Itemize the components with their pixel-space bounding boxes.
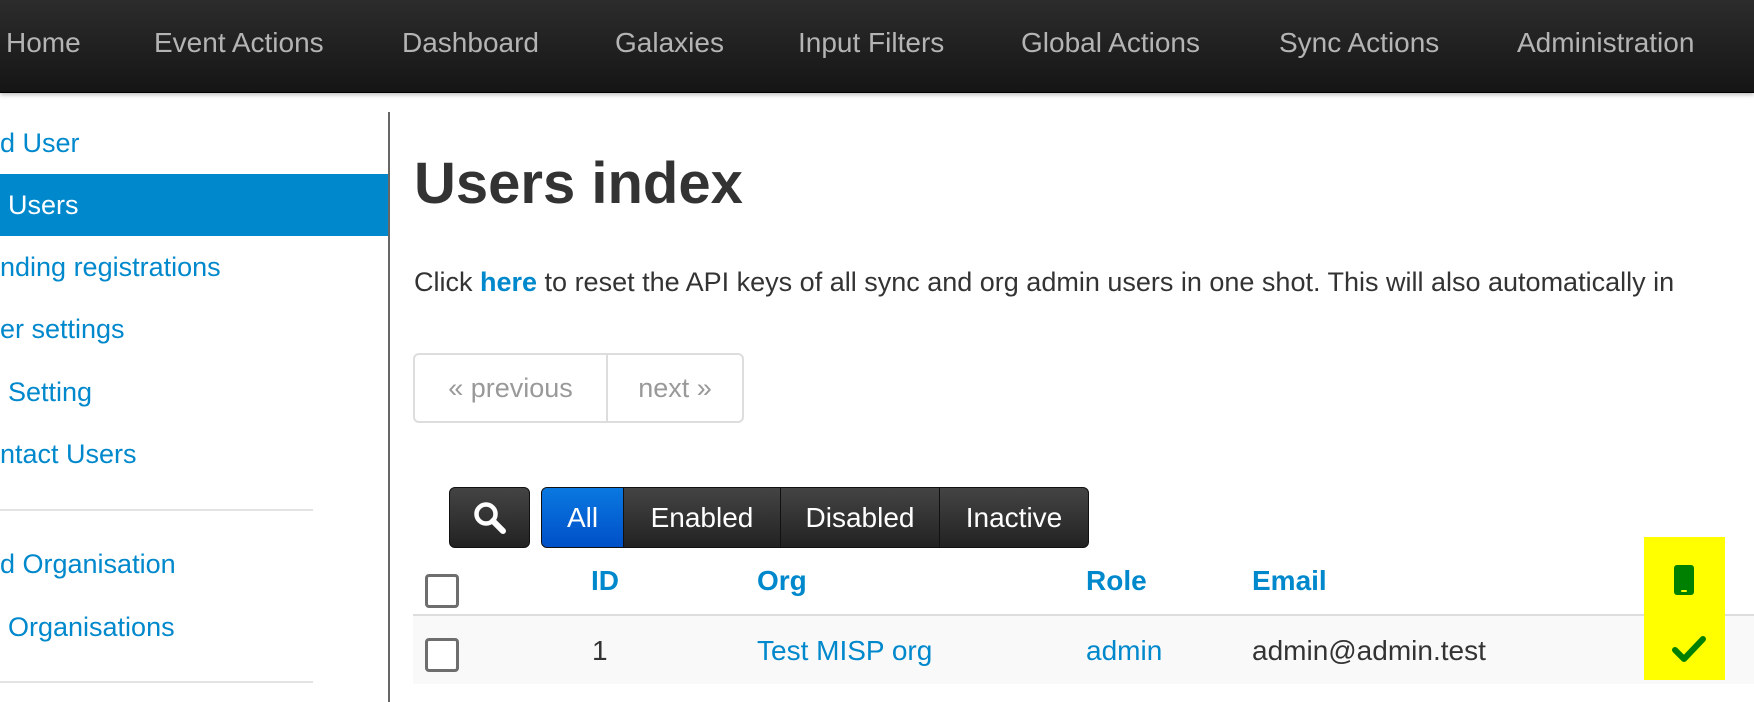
sidebar-item-add-user[interactable]: d User bbox=[0, 112, 388, 174]
sidebar-item-label: er settings bbox=[0, 314, 125, 344]
nav-dashboard[interactable]: Dashboard bbox=[402, 0, 539, 92]
reset-api-keys-link[interactable]: here bbox=[480, 267, 537, 297]
filter-inactive-button[interactable]: Inactive bbox=[940, 488, 1088, 547]
cell-id: 1 bbox=[592, 635, 608, 666]
api-reset-notice: Click here to reset the API keys of all … bbox=[414, 262, 1674, 302]
nav-event-actions[interactable]: Event Actions bbox=[154, 0, 324, 92]
nav-home[interactable]: Home bbox=[6, 0, 81, 92]
mobile-phone-icon bbox=[1674, 565, 1694, 595]
cell-org-link[interactable]: Test MISP org bbox=[757, 631, 932, 671]
page-title: Users index bbox=[414, 151, 743, 216]
table-header-divider bbox=[413, 614, 1754, 616]
sidebar-item-label: d Organisation bbox=[0, 549, 176, 579]
nav-galaxies[interactable]: Galaxies bbox=[615, 0, 724, 92]
sidebar-item-list-users[interactable]: Users bbox=[0, 174, 388, 236]
cell-role-link[interactable]: admin bbox=[1086, 631, 1162, 671]
sidebar-item-label: d User bbox=[0, 128, 80, 158]
next-page-button[interactable]: next » bbox=[608, 355, 742, 421]
nav-sync-actions[interactable]: Sync Actions bbox=[1279, 0, 1439, 92]
filter-enabled-button[interactable]: Enabled bbox=[624, 488, 781, 547]
sidebar-item-label: nding registrations bbox=[0, 252, 221, 282]
sidebar-item-add-organisation[interactable]: d Organisation bbox=[0, 533, 388, 595]
column-header-org[interactable]: Org bbox=[757, 560, 807, 602]
sidebar-divider bbox=[0, 509, 313, 511]
sidebar-item-label: ntact Users bbox=[0, 439, 137, 469]
column-header-role[interactable]: Role bbox=[1086, 560, 1147, 602]
top-navbar: Home Event Actions Dashboard Galaxies In… bbox=[0, 0, 1754, 93]
previous-page-button[interactable]: « previous bbox=[415, 355, 606, 421]
sidebar-divider bbox=[0, 681, 313, 683]
nav-input-filters[interactable]: Input Filters bbox=[798, 0, 944, 92]
nav-administration[interactable]: Administration bbox=[1517, 0, 1694, 92]
sidebar-item-label: Setting bbox=[8, 377, 93, 407]
nav-global-actions[interactable]: Global Actions bbox=[1021, 0, 1200, 92]
table-row bbox=[413, 616, 1754, 684]
checkmark-icon bbox=[1672, 636, 1706, 662]
sidebar-item-pending-registrations[interactable]: nding registrations bbox=[0, 236, 388, 298]
sidebar: d User Users nding registrations er sett… bbox=[0, 112, 390, 702]
search-icon bbox=[474, 502, 506, 534]
sidebar-item-label: Users bbox=[8, 190, 79, 220]
cell-email: admin@admin.test bbox=[1252, 635, 1486, 666]
search-button[interactable] bbox=[449, 487, 530, 548]
sidebar-item-label: Organisations bbox=[8, 612, 175, 642]
select-all-checkbox[interactable] bbox=[425, 574, 459, 608]
user-filter-group: All Enabled Disabled Inactive bbox=[541, 487, 1089, 548]
row-select-checkbox[interactable] bbox=[425, 638, 459, 672]
sidebar-item-user-settings[interactable]: er settings bbox=[0, 298, 388, 360]
filter-disabled-button[interactable]: Disabled bbox=[781, 488, 940, 547]
sidebar-item-set-setting[interactable]: Setting bbox=[0, 361, 388, 423]
notice-suffix: to reset the API keys of all sync and or… bbox=[537, 267, 1675, 297]
filter-all-button[interactable]: All bbox=[542, 488, 624, 547]
notice-prefix: Click bbox=[414, 267, 480, 297]
sidebar-item-list-organisations[interactable]: Organisations bbox=[0, 596, 388, 658]
sidebar-item-contact-users[interactable]: ntact Users bbox=[0, 423, 388, 485]
column-header-email[interactable]: Email bbox=[1252, 560, 1327, 602]
pagination: « previous next » bbox=[413, 353, 744, 423]
column-header-id[interactable]: ID bbox=[591, 560, 619, 602]
